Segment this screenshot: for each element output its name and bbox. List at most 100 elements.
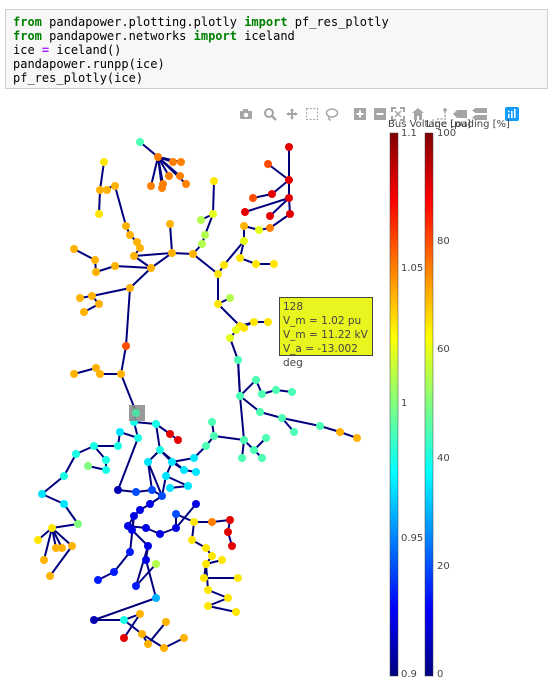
bus-marker[interactable] [353,434,361,442]
bus-marker[interactable] [255,226,263,234]
bus-marker[interactable] [165,172,173,180]
bus-marker[interactable] [226,294,234,302]
bus-marker[interactable] [210,177,218,185]
bus-marker[interactable] [130,252,138,260]
network-line[interactable] [125,287,131,347]
network-line[interactable] [99,161,105,191]
bus-marker[interactable] [169,158,177,166]
bus-marker[interactable] [122,222,130,230]
bus-marker[interactable] [168,249,176,257]
bus-marker[interactable] [126,231,134,239]
lasso-select-icon[interactable] [324,106,340,122]
bus-marker[interactable] [197,216,205,224]
network-line[interactable] [169,223,173,254]
bus-marker[interactable] [240,222,248,230]
bus-marker[interactable] [166,430,174,438]
bus-marker[interactable] [96,186,104,194]
bus-marker[interactable] [189,250,197,258]
bus-marker[interactable] [102,456,110,464]
network-line[interactable] [114,185,127,227]
network-line[interactable] [192,253,219,275]
network-line[interactable] [133,252,173,257]
bus-marker[interactable] [288,388,296,396]
bus-marker[interactable] [240,436,248,444]
network-line[interactable] [150,156,159,187]
bus-marker[interactable] [190,518,198,526]
bus-marker[interactable] [166,484,174,492]
bus-marker[interactable] [114,486,122,494]
bus-marker[interactable] [126,548,134,556]
bus-marker[interactable] [70,370,78,378]
bus-marker[interactable] [204,586,212,594]
bus-marker[interactable] [111,262,119,270]
bus-marker[interactable] [232,608,240,616]
bus-marker[interactable] [220,261,228,269]
bus-marker[interactable] [210,432,218,440]
bus-marker[interactable] [116,428,124,436]
bus-marker[interactable] [154,153,162,161]
zoom-out-icon[interactable] [372,106,388,122]
bus-marker[interactable] [198,240,206,248]
bus-marker[interactable] [48,524,56,532]
network-plot[interactable] [0,0,553,683]
bus-marker[interactable] [204,602,212,610]
bus-marker[interactable] [152,594,160,602]
bus-marker[interactable] [132,582,140,590]
bus-marker[interactable] [72,450,80,458]
bus-marker[interactable] [136,506,144,514]
bus-marker[interactable] [200,574,208,582]
bus-marker[interactable] [120,616,128,624]
bus-marker[interactable] [138,630,146,638]
bus-marker[interactable] [40,556,48,564]
bus-marker[interactable] [192,468,200,476]
bus-marker[interactable] [240,237,248,245]
bus-marker[interactable] [162,618,170,626]
bus-marker[interactable] [184,482,192,490]
bus-marker[interactable] [218,556,226,564]
bus-marker[interactable] [158,492,166,500]
bus-marker[interactable] [144,640,152,648]
bus-marker[interactable] [110,568,118,576]
bus-marker[interactable] [60,500,68,508]
bus-marker[interactable] [60,472,68,480]
bus-marker[interactable] [236,392,244,400]
bus-marker[interactable] [158,184,166,192]
bus-marker[interactable] [264,160,272,168]
bus-marker[interactable] [272,386,280,394]
bus-marker[interactable] [252,260,260,268]
bus-marker[interactable] [224,528,232,536]
bus-marker[interactable] [58,544,66,552]
bus-marker[interactable] [156,446,164,454]
bus-marker[interactable] [286,210,294,218]
bus-marker[interactable] [68,542,76,550]
bus-marker[interactable] [285,194,293,202]
bus-marker[interactable] [94,576,102,584]
bus-marker[interactable] [208,418,216,426]
bus-marker[interactable] [232,326,240,334]
bus-marker[interactable] [258,390,266,398]
network-line[interactable] [213,435,245,441]
bus-marker[interactable] [270,260,278,268]
bus-marker[interactable] [142,556,150,564]
bus-marker[interactable] [152,560,160,568]
bus-marker[interactable] [120,634,128,642]
bus-marker[interactable] [238,454,246,462]
bus-marker[interactable] [100,158,108,166]
bus-marker[interactable] [202,560,210,568]
bus-marker[interactable] [133,238,141,246]
bus-marker[interactable] [202,442,210,450]
bus-marker[interactable] [90,616,98,624]
hovered-bus-marker[interactable] [132,409,140,417]
bus-marker[interactable] [234,356,242,364]
bus-marker[interactable] [192,500,200,508]
bus-marker[interactable] [180,634,188,642]
network-line[interactable] [91,287,131,297]
bus-marker[interactable] [214,300,222,308]
bus-marker[interactable] [250,446,258,454]
bus-marker[interactable] [224,594,232,602]
bus-marker[interactable] [174,436,182,444]
bus-marker[interactable] [136,138,144,146]
bus-marker[interactable] [168,458,176,466]
bus-marker[interactable] [95,300,103,308]
bus-marker[interactable] [234,574,242,582]
